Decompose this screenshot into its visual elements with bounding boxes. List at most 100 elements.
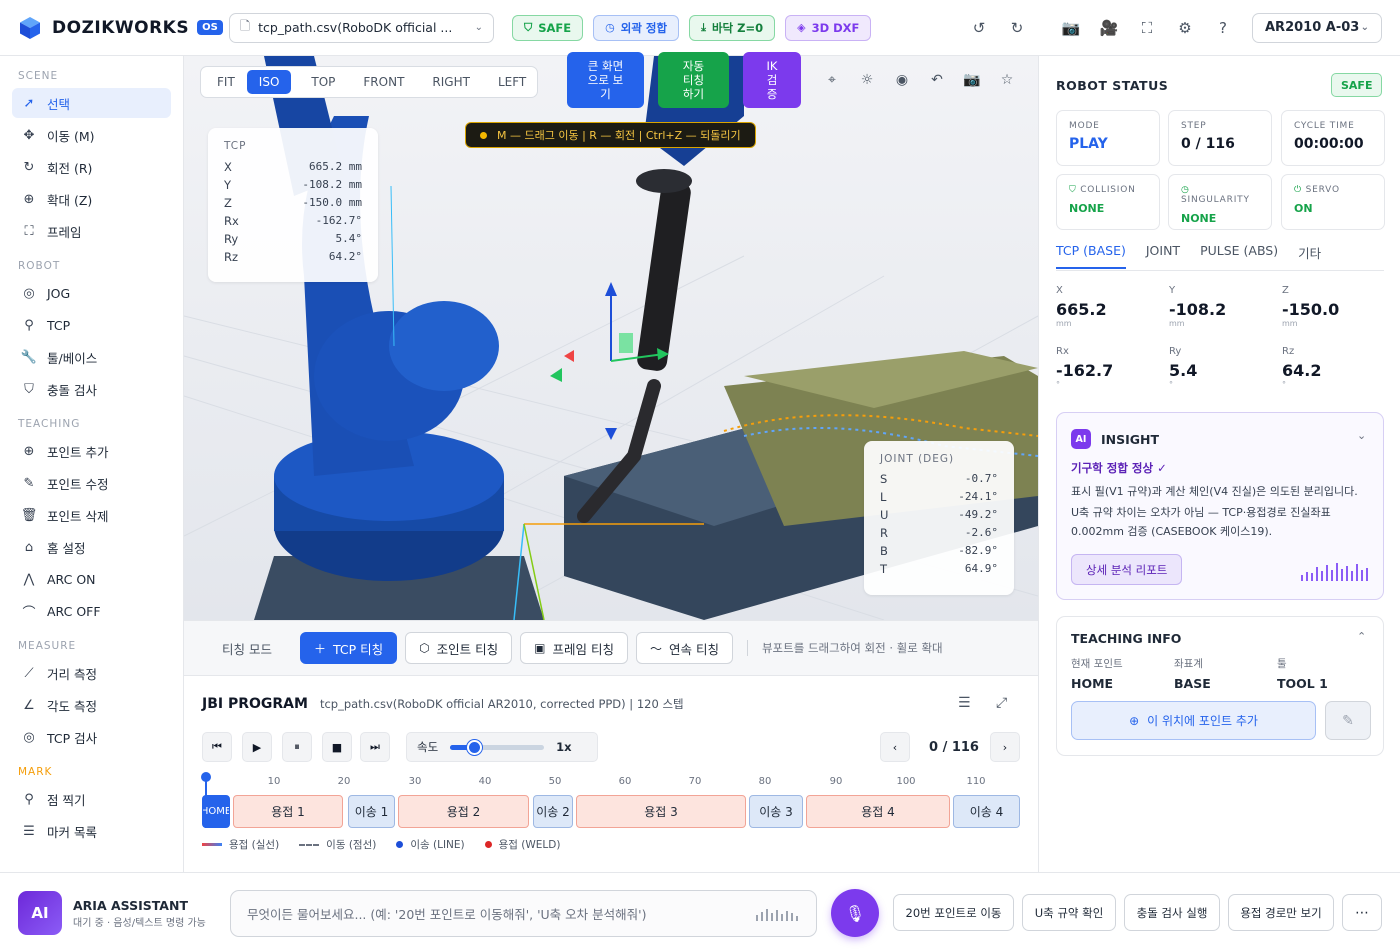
more-button[interactable]: ⋯ [1342,894,1382,931]
file-selector[interactable]: 🗋 tcp_path.csv(RoboDK official ... ⌄ [229,12,494,43]
quick-collision-button[interactable]: 충돌 검사 실행 [1124,894,1220,931]
gear-icon[interactable]: ⚙ [1172,15,1198,41]
quick-weld-path-button[interactable]: 용접 경로만 보기 [1228,894,1334,931]
speed-slider[interactable] [450,739,545,755]
sun-icon[interactable]: ☼ [857,72,877,92]
undo-view-icon[interactable]: ↶ [927,72,947,92]
outline-match-chip[interactable]: ◷ 외곽 정합 [593,14,680,41]
sidebar-item-jog[interactable]: ◎ JOG [12,278,171,308]
jbi-header: JBI PROGRAM tcp_path.csv(RoboDK official… [202,696,684,712]
view-iso-button[interactable]: ISO [246,70,292,94]
view-front-button[interactable]: FRONT [351,70,416,94]
play-button[interactable]: ▶ [242,732,272,762]
tab-joint[interactable]: JOINT [1146,243,1180,269]
timeline-segment-move-2[interactable]: 이송 2 [533,795,573,828]
view-right-button[interactable]: RIGHT [420,70,482,94]
sidebar-item-tool-base[interactable]: 🔧 툴/베이스 [12,342,171,372]
sidebar-item-collision[interactable]: ⛉ 충돌 검사 [12,374,171,404]
camera-icon[interactable]: 📷 [1058,15,1084,41]
ik-verify-button[interactable]: IK 검 증 [743,52,801,108]
chevron-down-icon[interactable]: ⌄ [1357,429,1366,442]
expand-icon[interactable]: ⤢ [996,695,1007,711]
sidebar-item-select[interactable]: ➚ 선택 [12,88,171,118]
undo-icon[interactable]: ↺ [966,15,992,41]
timeline-segment-move-1[interactable]: 이송 1 [348,795,395,828]
assistant-input[interactable]: 무엇이든 물어보세요... (예: '20번 포인트로 이동해줘', 'U축 오… [230,890,817,937]
detail-report-button[interactable]: 상세 분석 리포트 [1071,554,1183,585]
auto-teach-button[interactable]: 자동 티칭 하기 [658,52,729,108]
skip-forward-button[interactable]: ⏭ [360,732,390,762]
menu-icon[interactable]: ☰ [958,695,971,711]
fullscreen-icon[interactable]: ⛶ [1134,15,1160,41]
frame-teach-button[interactable]: ▣ 프레임 티칭 [520,632,628,664]
sidebar-item-pin[interactable]: ⚲ 점 찍기 [12,784,171,814]
add-point-here-button[interactable]: ⊕ 이 위치에 포인트 추가 [1071,701,1316,740]
sidebar-item-distance[interactable]: ⟋ 거리 측정 [12,658,171,688]
sidebar-item-zoom[interactable]: ⊕ 확대 (Z) [12,184,171,214]
timeline-segment-weld-1[interactable]: 용접 1 [233,795,343,828]
camera-icon[interactable]: 📷 [962,72,982,92]
sidebar-item-tcp[interactable]: ⚲ TCP [12,310,171,340]
fullscreen-view-button[interactable]: 큰 화면 으로 보기 [567,52,644,108]
sidebar-item-tcp-check[interactable]: ◎ TCP 검사 [12,722,171,752]
sidebar-item-markers[interactable]: ☰ 마커 목록 [12,816,171,846]
view-fit-button[interactable]: FIT [205,70,247,94]
robot-selector[interactable]: AR2010 A-03 ⌄ [1252,12,1382,43]
timeline-segment-weld-3[interactable]: 용접 3 [576,795,746,828]
tab-tcp-base[interactable]: TCP (BASE) [1056,243,1126,269]
skip-back-button[interactable]: ⏮ [202,732,232,762]
prev-step-button[interactable]: ‹ [880,732,910,762]
joint-teach-button[interactable]: ⬡ 조인트 티칭 [405,632,513,664]
coord-key: Rx [1056,346,1069,357]
chevron-up-icon[interactable]: ⌃ [1357,630,1366,643]
tcp-teach-button[interactable]: ＋ TCP 티칭 [300,632,398,664]
view-top-button[interactable]: TOP [299,70,347,94]
sidebar-item-frame[interactable]: ⛶ 프레임 [12,216,171,246]
chevron-down-icon: ⌄ [474,22,483,33]
sidebar-item-delete-point[interactable]: 🗑 포인트 삭제 [12,500,171,530]
coord-x: X 665.2 mm [1056,285,1156,328]
section-mark: MARK [18,766,53,778]
sidebar-item-edit-point[interactable]: ✎ 포인트 수정 [12,468,171,498]
floor-z-label: 바닥 Z=0 [711,20,764,35]
edit-point-button[interactable]: ✎ [1325,701,1371,740]
pause-button[interactable]: ⏸ [282,732,312,762]
next-step-button[interactable]: › [990,732,1020,762]
sidebar-item-rotate[interactable]: ↻ 회전 (R) [12,152,171,182]
timeline-segment-move-3[interactable]: 이송 3 [749,795,803,828]
sidebar-item-angle[interactable]: ∠ 각도 측정 [12,690,171,720]
timeline-segment-weld-2[interactable]: 용접 2 [398,795,529,828]
card-key: CYCLE TIME [1294,121,1355,131]
eye-icon[interactable]: ◉ [892,72,912,92]
crosshair-icon[interactable]: ⌖ [822,72,842,92]
sidebar-item-move[interactable]: ✥ 이동 (M) [12,120,171,150]
timeline-segment-move-4[interactable]: 이송 4 [953,795,1020,828]
continuous-teach-button[interactable]: 〜 연속 티칭 [635,632,733,664]
coord-value: 665.2 [1056,300,1107,319]
outline-match-label: 외곽 정합 [620,20,668,35]
star-icon[interactable]: ☆ [997,72,1017,92]
sidebar-item-home[interactable]: ⌂ 홈 설정 [12,532,171,562]
quick-move-20-button[interactable]: 20번 포인트로 이동 [893,894,1014,931]
joint-key: T [880,562,888,576]
tab-other[interactable]: 기타 [1298,243,1321,269]
timeline-segment-home[interactable]: HOME [202,795,230,828]
coord-key: Z [1282,285,1289,296]
safe-chip[interactable]: ⛉ SAFE [512,14,584,41]
floor-z-chip[interactable]: ⤓ 바닥 Z=0 [689,14,776,41]
help-icon[interactable]: ? [1210,15,1236,41]
microphone-button[interactable]: 🎙 [831,889,879,937]
joint-key: L [880,490,887,504]
redo-icon[interactable]: ↻ [1004,15,1030,41]
sidebar-item-add-point[interactable]: ⊕ 포인트 추가 [12,436,171,466]
sidebar-item-arc-on[interactable]: ⋀ ARC ON [12,564,171,594]
view-left-button[interactable]: LEFT [486,70,538,94]
speed-slider-handle[interactable] [466,739,482,755]
video-icon[interactable]: 🎥 [1096,15,1122,41]
sidebar-item-arc-off[interactable]: ⌒ ARC OFF [12,596,171,626]
stop-button[interactable]: ■ [322,732,352,762]
timeline-segment-weld-4[interactable]: 용접 4 [806,795,950,828]
tab-pulse[interactable]: PULSE (ABS) [1200,243,1278,269]
quick-u-axis-button[interactable]: U축 규약 확인 [1022,894,1116,931]
dxf-chip[interactable]: ◈ 3D DXF [785,14,872,41]
